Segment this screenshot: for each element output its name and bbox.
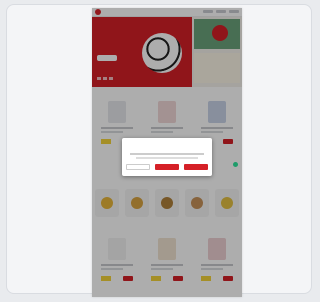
dialog-actions (126, 164, 208, 170)
webshop-page (92, 8, 242, 297)
dialog-text (136, 157, 198, 159)
settings-button[interactable] (155, 164, 179, 170)
cookie-consent-dialog (122, 138, 212, 176)
decline-button[interactable] (126, 164, 150, 170)
dialog-text (130, 153, 204, 155)
accept-button[interactable] (184, 164, 208, 170)
chat-icon[interactable] (233, 162, 238, 167)
